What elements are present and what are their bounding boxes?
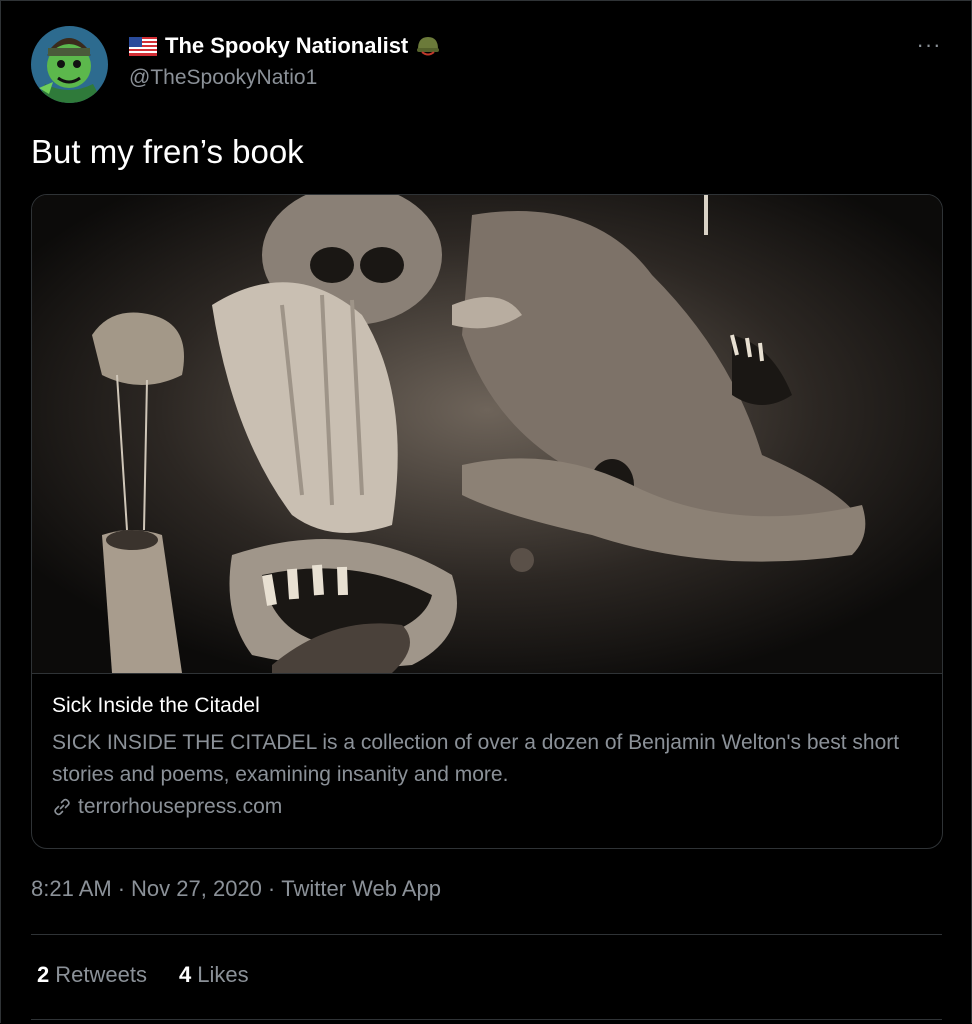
likes-count: 4 [178,962,192,987]
meta-separator: · [267,876,276,901]
tweet-text: But my fren’s book [31,133,304,170]
display-name[interactable]: The Spooky Nationalist [165,33,408,59]
retweets-stat[interactable]: 2 Retweets [37,962,147,988]
avatar[interactable] [31,26,108,103]
meta-separator: · [117,876,126,901]
tweet-stats: 2 Retweets 4 Likes [37,962,249,988]
card-domain-text[interactable]: terrorhousepress.com [78,795,282,819]
army-helmet-icon [417,37,440,56]
tweet-date[interactable]: Nov 27, 2020 [131,876,262,902]
card-domain[interactable]: terrorhousepress.com [52,795,282,819]
likes-stat[interactable]: 4 Likes [179,962,249,988]
book-cover-illustration [32,195,942,673]
user-handle[interactable]: @TheSpookyNatio1 [129,66,317,90]
us-flag-icon [129,36,157,56]
card-image [32,195,942,673]
link-icon [54,798,70,816]
author-name-row[interactable]: The Spooky Nationalist [129,30,440,62]
divider [31,934,942,935]
retweets-label: Retweets [55,962,147,987]
more-options-icon[interactable]: ··· [912,32,946,58]
card-body[interactable]: Sick Inside the Citadel SICK INSIDE THE … [32,673,942,848]
card-title[interactable]: Sick Inside the Citadel [52,694,260,718]
likes-label: Likes [197,962,249,987]
tweet-meta: 8:21 AM · Nov 27, 2020 · Twitter Web App [31,876,441,902]
tweet-time[interactable]: 8:21 AM [31,876,112,902]
avatar-image [31,26,108,103]
link-preview-card[interactable]: Sick Inside the Citadel SICK INSIDE THE … [31,194,943,849]
divider [31,1019,942,1020]
retweets-count: 2 [37,962,50,987]
card-description: SICK INSIDE THE CITADEL is a collection … [52,731,900,786]
tweet-source[interactable]: Twitter Web App [281,876,441,902]
